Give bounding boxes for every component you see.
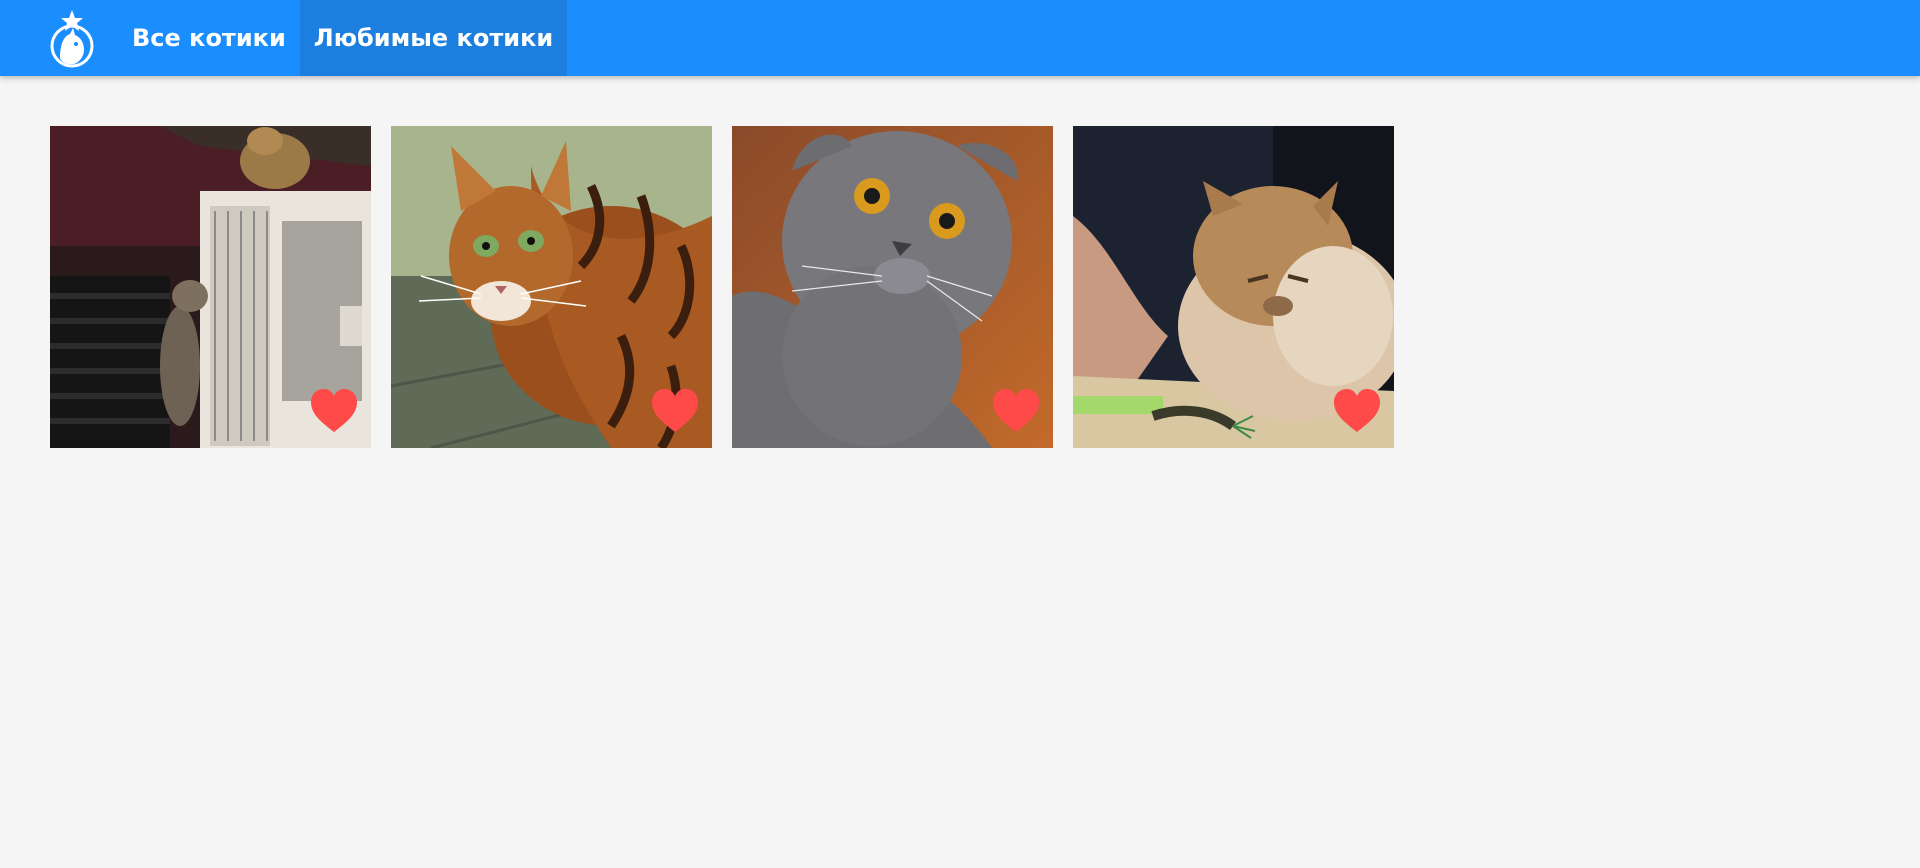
cat-card[interactable]: [391, 126, 712, 448]
cat-dog-star-logo-icon: [50, 10, 94, 68]
heart-icon[interactable]: [650, 388, 700, 434]
heart-icon[interactable]: [309, 388, 359, 434]
heart-icon[interactable]: [991, 388, 1041, 434]
tab-favorite-cats[interactable]: Любимые котики: [299, 0, 568, 76]
tab-all-cats[interactable]: Все котики: [118, 0, 300, 76]
cat-card[interactable]: [50, 126, 371, 448]
main-nav: Все котики Любимые котики: [118, 0, 568, 76]
logo-icon[interactable]: [34, 0, 110, 76]
tab-favorite-cats-label: Любимые котики: [313, 24, 554, 52]
cat-card[interactable]: [1073, 126, 1394, 448]
top-navigation-bar: Все котики Любимые котики: [0, 0, 1920, 76]
tab-all-cats-label: Все котики: [132, 24, 286, 52]
cat-card[interactable]: [732, 126, 1053, 448]
heart-icon[interactable]: [1332, 388, 1382, 434]
cat-grid: [50, 126, 1394, 448]
